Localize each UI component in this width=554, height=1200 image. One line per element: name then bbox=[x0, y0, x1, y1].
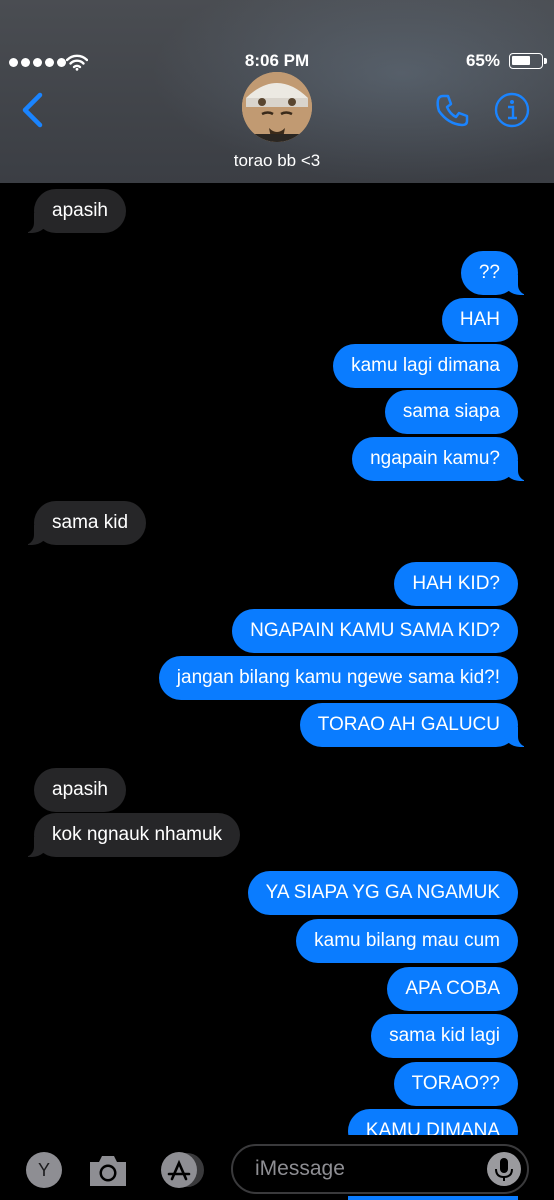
message-outgoing[interactable]: ?? bbox=[460, 251, 529, 295]
camera-icon[interactable] bbox=[86, 1150, 130, 1190]
message-list[interactable]: apasih ?? HAH kamu lagi dimana sama siap… bbox=[0, 183, 554, 1135]
message-incoming[interactable]: apasih bbox=[34, 768, 126, 812]
message-outgoing[interactable]: kamu bilang mau cum bbox=[296, 919, 518, 963]
message-outgoing[interactable]: YA SIAPA YG GA NGAMUK bbox=[247, 871, 518, 915]
back-icon[interactable] bbox=[18, 92, 46, 128]
message-outgoing[interactable]: HAH bbox=[441, 298, 518, 342]
message-outgoing[interactable]: ngapain kamu? bbox=[352, 437, 528, 481]
message-outgoing[interactable]: sama kid lagi bbox=[371, 1014, 518, 1058]
appstore-icon[interactable] bbox=[157, 1150, 209, 1190]
message-outgoing[interactable]: APA COBA bbox=[387, 967, 518, 1011]
contact-avatar[interactable] bbox=[242, 72, 312, 142]
contact-name[interactable]: torao bb <3 bbox=[0, 151, 554, 171]
mic-icon bbox=[495, 1158, 513, 1181]
battery-percentage: 65% bbox=[465, 51, 500, 70]
message-outgoing[interactable]: kamu lagi dimana bbox=[333, 344, 518, 388]
message-outgoing[interactable]: TORAO AH GALUCU bbox=[299, 703, 529, 747]
phone-icon[interactable] bbox=[434, 92, 470, 128]
message-input[interactable]: iMessage bbox=[231, 1144, 529, 1194]
message-incoming[interactable]: sama kid bbox=[23, 501, 147, 545]
message-placeholder: iMessage bbox=[255, 1157, 345, 1180]
message-outgoing[interactable]: KAMU DIMANA bbox=[347, 1109, 518, 1135]
message-outgoing[interactable]: TORAO?? bbox=[393, 1062, 518, 1106]
mic-button[interactable] bbox=[487, 1152, 521, 1186]
outgoing-message-peek bbox=[348, 1196, 518, 1200]
conversation-header: 8:06 PM 65% torao bb <3 bbox=[0, 0, 554, 183]
message-outgoing[interactable]: HAH KID? bbox=[394, 562, 518, 606]
message-outgoing[interactable]: sama siapa bbox=[384, 390, 518, 434]
message-outgoing[interactable]: jangan bilang kamu ngewe sama kid?! bbox=[158, 656, 518, 700]
message-incoming[interactable]: kok ngnauk nhamuk bbox=[23, 813, 241, 857]
battery-icon bbox=[509, 53, 547, 69]
apps-button[interactable]: Y bbox=[26, 1152, 62, 1188]
info-icon[interactable] bbox=[494, 92, 530, 128]
avatar-image bbox=[242, 72, 312, 142]
message-outgoing[interactable]: NGAPAIN KAMU SAMA KID? bbox=[232, 609, 518, 653]
message-incoming[interactable]: apasih bbox=[24, 189, 126, 233]
